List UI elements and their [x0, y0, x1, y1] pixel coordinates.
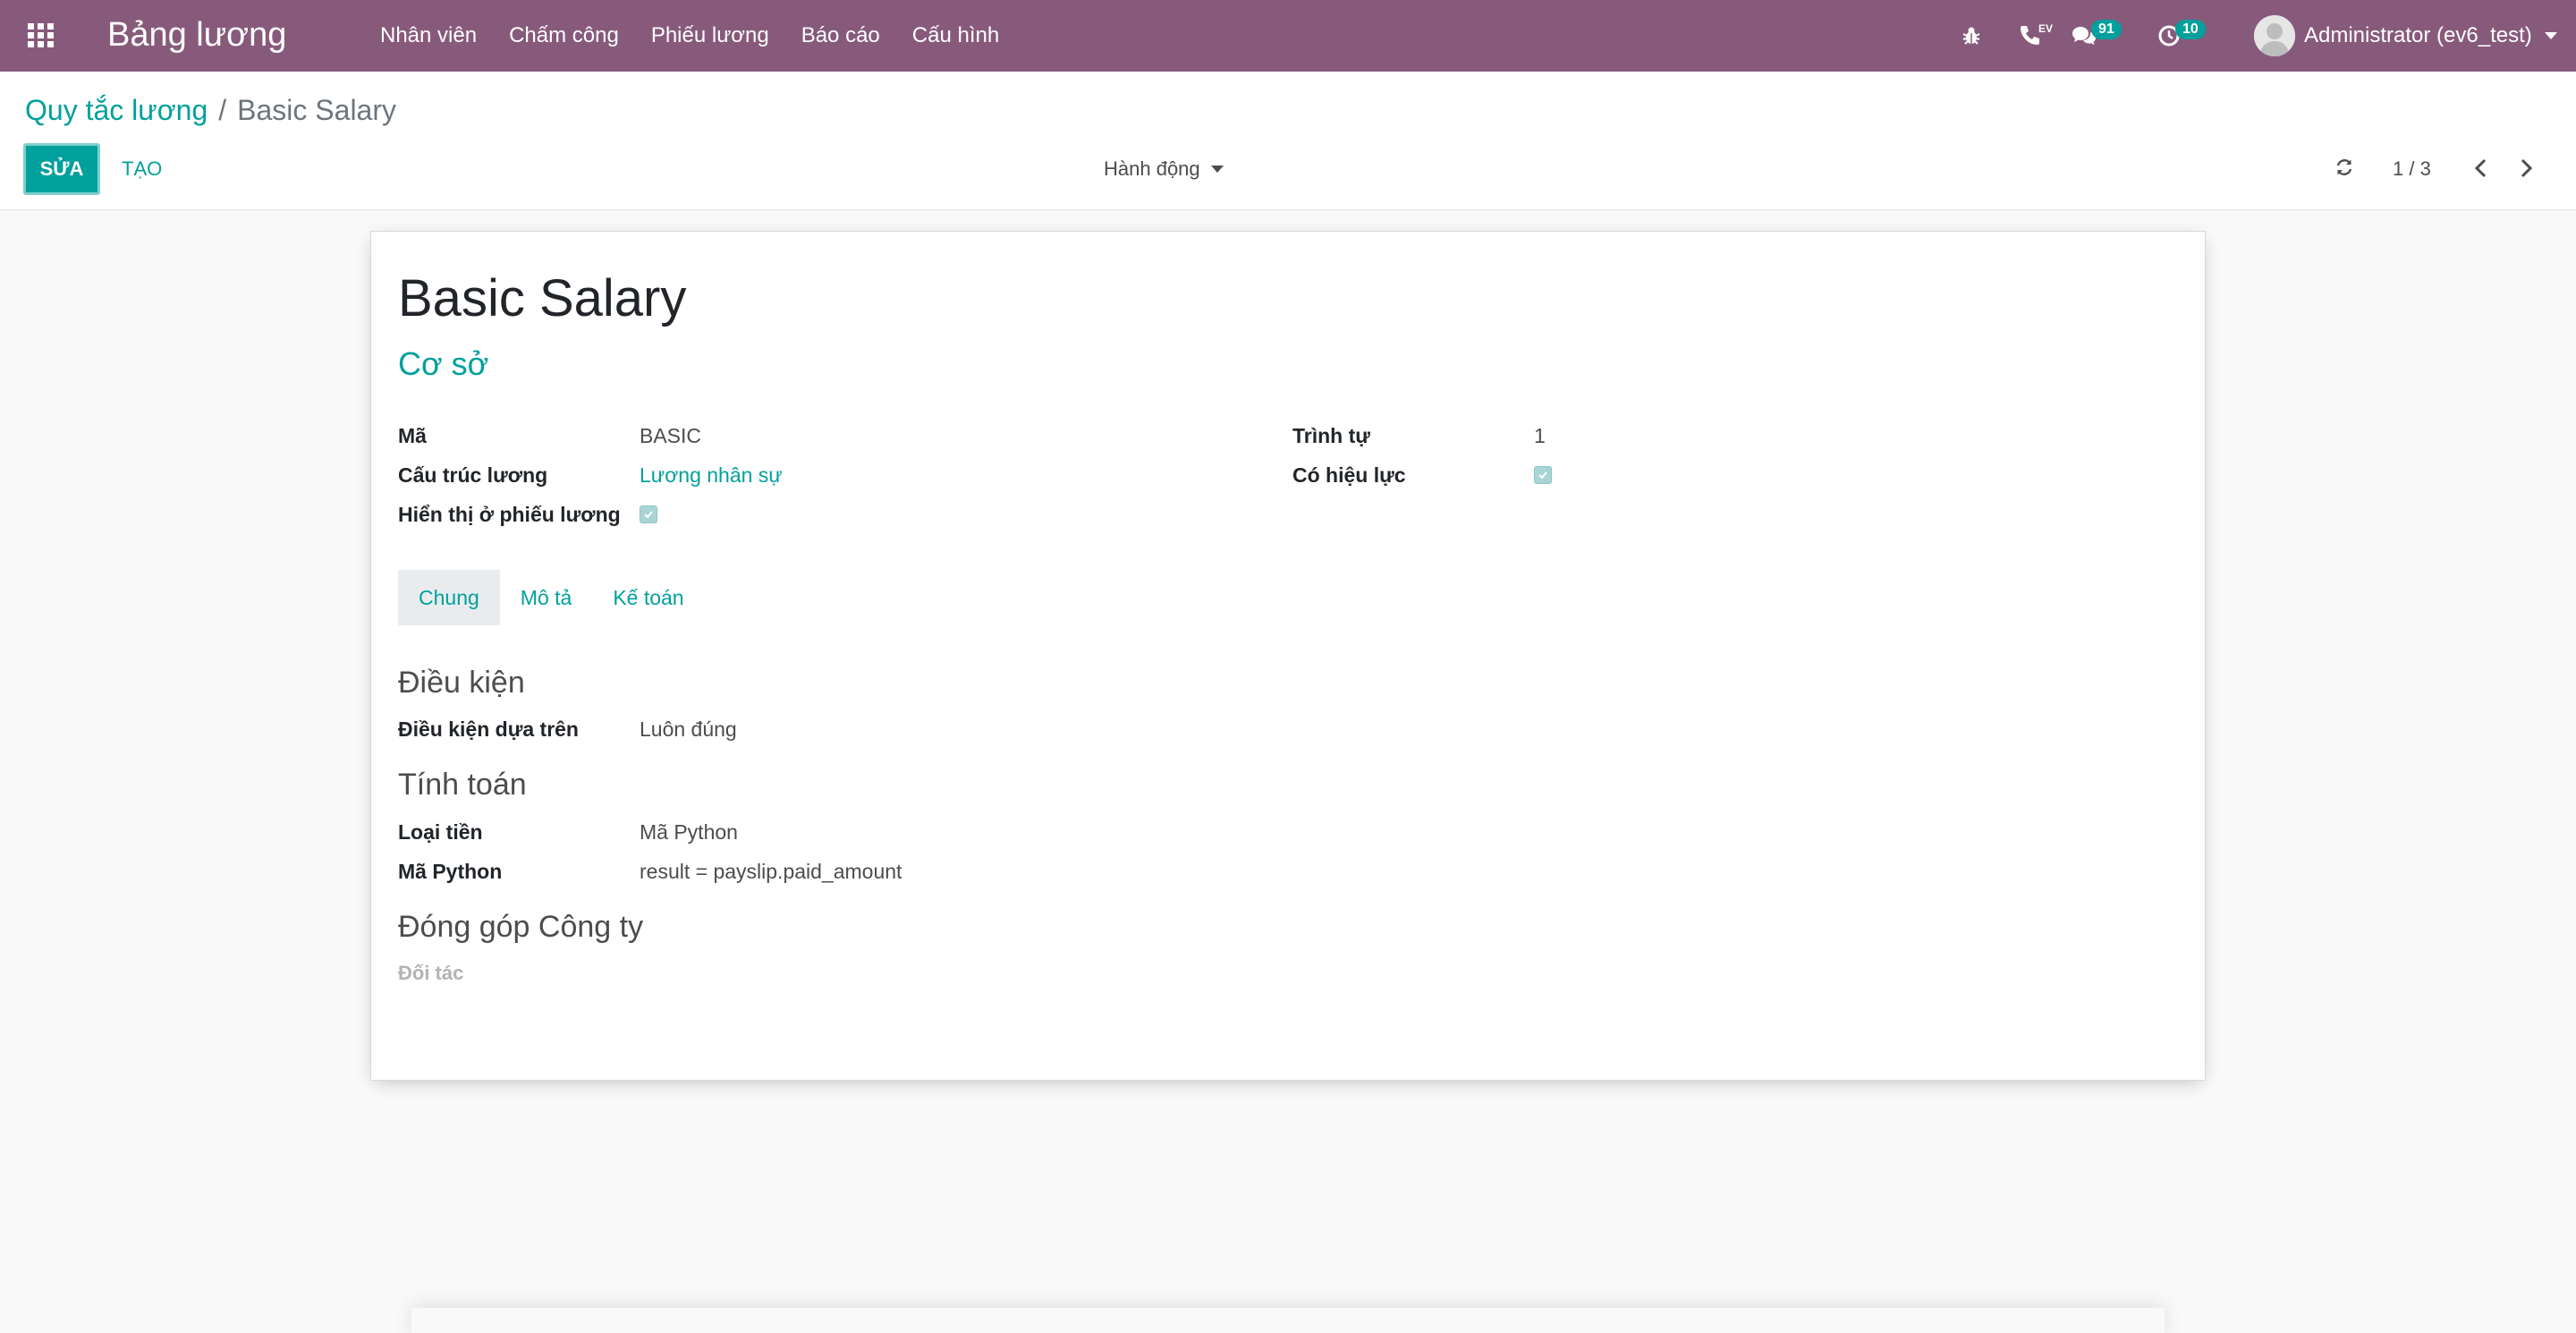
top-navbar: Bảng lương Nhân viên Chấm công Phiếu lươ… [0, 0, 2576, 72]
field-code: Mã BASIC [398, 418, 701, 454]
field-python-code: Mã Python result = payslip.paid_amount [398, 853, 902, 889]
notebook-tabs: Chung Mô tả Kế toán [398, 570, 705, 625]
action-dropdown[interactable]: Hành động [1104, 143, 1224, 195]
pager-next-button[interactable] [2515, 156, 2537, 185]
field-active: Có hiệu lực [1292, 457, 1552, 493]
pager-previous-button[interactable] [2470, 156, 2492, 185]
bottom-sheet-shadow [411, 1308, 2165, 1333]
user-avatar-icon [2254, 15, 2295, 56]
menu-employees[interactable]: Nhân viên [380, 0, 477, 72]
field-code-label: Mã [398, 423, 427, 447]
create-button[interactable]: TẠO [111, 143, 173, 195]
check-icon [644, 511, 653, 519]
breadcrumb-parent-link[interactable]: Quy tắc lương [25, 91, 208, 129]
field-partner-label: Đối tác [398, 962, 464, 984]
appears-on-payslip-checkbox[interactable] [640, 505, 657, 523]
voip-label: EV [2038, 22, 2054, 35]
chevron-down-icon [2544, 32, 2557, 39]
field-code-value: BASIC [640, 423, 702, 447]
user-name: Administrator (ev6_test) [2304, 23, 2532, 47]
apps-menu-icon[interactable] [27, 21, 55, 49]
avatar [2254, 15, 2295, 56]
menu-configuration[interactable]: Cấu hình [912, 0, 999, 72]
messaging-menu[interactable]: 91 [2072, 20, 2122, 52]
chevron-left-icon [2474, 158, 2487, 178]
messages-count-badge: 91 [2091, 20, 2122, 39]
menu-attendance[interactable]: Chấm công [509, 0, 619, 72]
field-appears-on-payslip-label: Hiển thị ở phiếu lương [398, 502, 621, 526]
check-icon [1538, 471, 1547, 480]
field-condition-based-on: Điều kiện dựa trên Luôn đúng [398, 711, 737, 747]
field-condition-based-on-value: Luôn đúng [640, 717, 737, 741]
main-menu: Nhân viên Chấm công Phiếu lương Báo cáo … [380, 0, 1031, 72]
field-sequence: Trình tự 1 [1292, 418, 1546, 454]
activities-count-badge: 10 [2175, 20, 2206, 39]
field-structure-link[interactable]: Lương nhân sự [640, 463, 783, 488]
menu-payslips[interactable]: Phiếu lương [651, 0, 769, 72]
activities-menu[interactable]: 10 [2157, 20, 2206, 52]
company-contribution-section-title: Đóng góp Công ty [398, 910, 644, 944]
tab-general[interactable]: Chung [398, 570, 500, 625]
field-python-code-value: result = payslip.paid_amount [640, 859, 902, 883]
voip-phone-icon[interactable]: EV [2017, 20, 2053, 52]
menu-reports[interactable]: Báo cáo [801, 0, 880, 72]
field-condition-based-on-label: Điều kiện dựa trên [398, 717, 579, 741]
field-structure: Cấu trúc lương Lương nhân sự [398, 457, 783, 493]
chevron-right-icon [2521, 158, 2533, 178]
tab-accounting[interactable]: Kế toán [592, 570, 704, 625]
field-appears-on-payslip: Hiển thị ở phiếu lương [398, 497, 657, 532]
edit-button[interactable]: SỬA [23, 143, 100, 195]
field-amount-type: Loại tiền Mã Python [398, 814, 738, 850]
record-category[interactable]: Cơ sở [398, 344, 488, 385]
breadcrumb-separator: / [218, 94, 227, 126]
pager-value[interactable]: 1 / 3 [2393, 156, 2431, 183]
user-menu[interactable]: Administrator (ev6_test) [2254, 13, 2557, 59]
record-name: Basic Salary [398, 269, 687, 327]
conditions-section-title: Điều kiện [398, 666, 525, 700]
app-title[interactable]: Bảng lương [107, 13, 286, 57]
active-checkbox[interactable] [1534, 466, 1552, 484]
field-amount-type-label: Loại tiền [398, 819, 483, 844]
tab-description[interactable]: Mô tả [500, 570, 593, 625]
control-panel: Quy tắc lương / Basic Salary SỬA TẠO Hàn… [0, 72, 2576, 210]
debug-bug-icon[interactable] [1961, 20, 1982, 52]
computation-section-title: Tính toán [398, 768, 527, 802]
caret-down-icon [1210, 166, 1224, 173]
breadcrumb: Quy tắc lương / Basic Salary [25, 91, 396, 129]
breadcrumb-current: Basic Salary [237, 94, 396, 126]
action-dropdown-label: Hành động [1104, 157, 1200, 180]
field-sequence-value: 1 [1534, 423, 1546, 447]
field-amount-type-value: Mã Python [640, 819, 738, 844]
field-active-label: Có hiệu lực [1292, 463, 1406, 487]
field-sequence-label: Trình tự [1292, 423, 1370, 447]
reload-icon[interactable] [2334, 157, 2354, 182]
field-structure-label: Cấu trúc lương [398, 463, 548, 487]
form-sheet: Basic Salary Cơ sở Mã BASIC Cấu trúc lươ… [370, 231, 2206, 1081]
field-python-code-label: Mã Python [398, 859, 503, 883]
